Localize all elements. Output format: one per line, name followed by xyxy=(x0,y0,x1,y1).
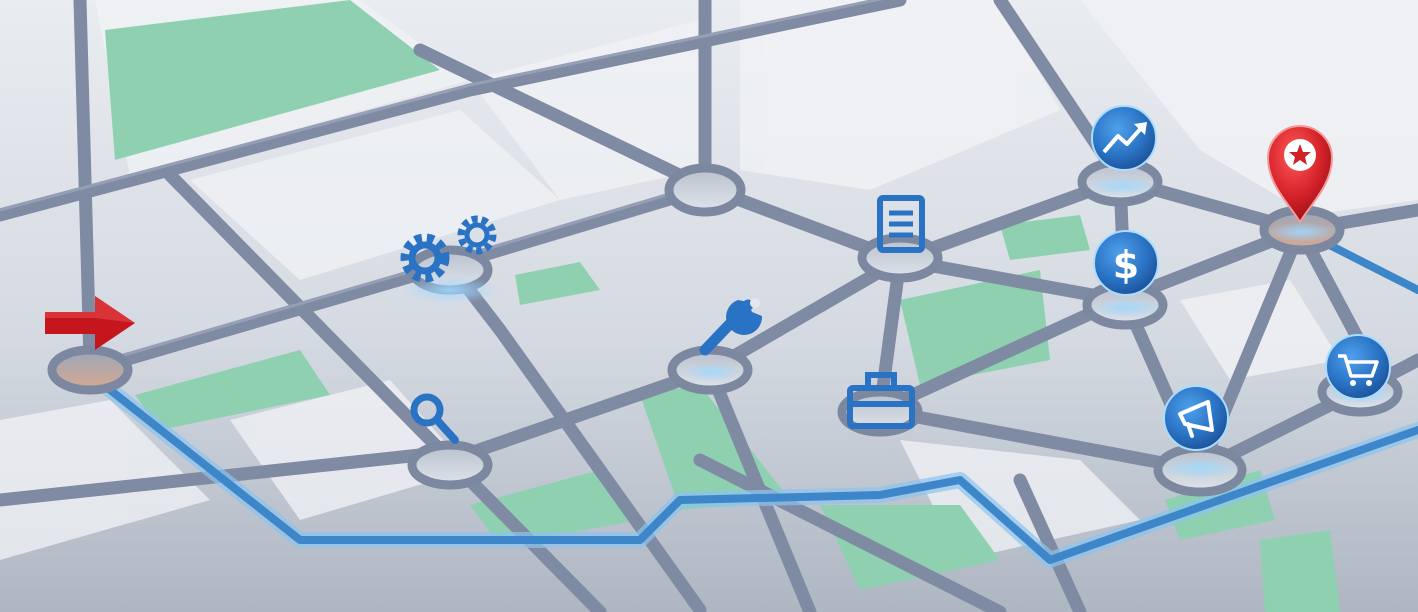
node-start xyxy=(47,345,133,395)
node-document xyxy=(857,233,943,283)
trend-up-icon xyxy=(1086,105,1158,196)
dollar-icon: $ xyxy=(1090,230,1162,318)
svg-text:$: $ xyxy=(1113,243,1139,287)
node-hub-top xyxy=(664,163,746,217)
route-map-illustration: $ xyxy=(0,0,1418,612)
node-search xyxy=(407,440,493,490)
